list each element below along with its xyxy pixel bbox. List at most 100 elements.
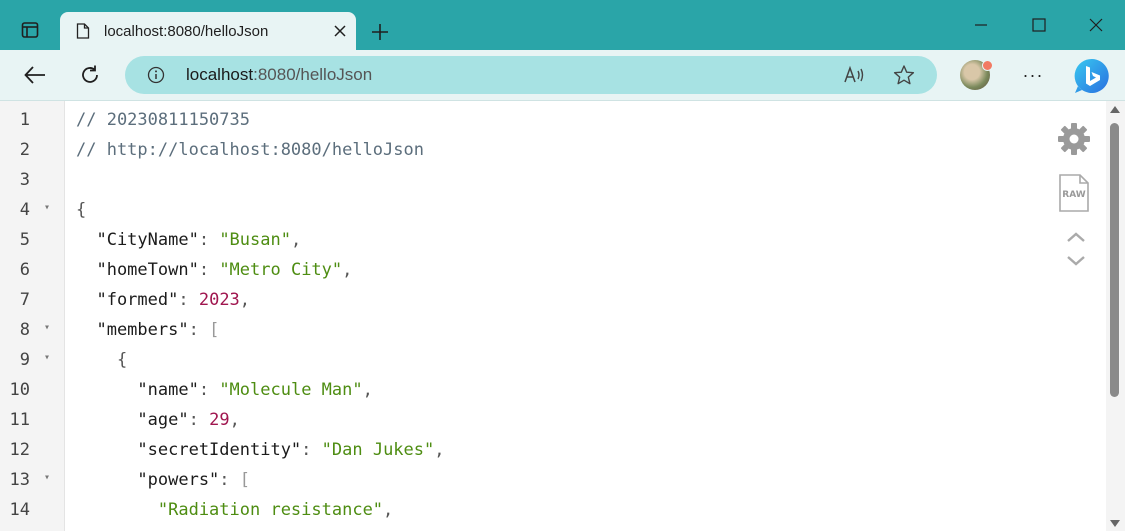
code-line: 14 "Radiation resistance",: [0, 494, 1050, 524]
code-token: ,: [383, 500, 394, 520]
toolbar: localhost:8080/helloJson ···: [0, 50, 1125, 101]
code-token: "secretIdentity": [76, 440, 302, 460]
line-number: 11: [9, 410, 30, 430]
code-token: {: [76, 350, 128, 370]
code-token: :: [198, 380, 220, 400]
code-token: :: [219, 470, 240, 490]
code-token: 2023: [198, 290, 240, 310]
code-line: 7 "formed": 2023,: [0, 284, 1050, 314]
code-token: // http://localhost:8080/helloJson: [76, 140, 424, 160]
code-token: "Busan": [219, 230, 291, 250]
code-token: ,: [434, 440, 445, 460]
star-icon[interactable]: [893, 64, 915, 86]
url-path: :8080/helloJson: [253, 65, 373, 84]
url-text[interactable]: localhost:8080/helloJson: [186, 65, 372, 85]
code-line: 8 ▾ "members": [: [0, 314, 1050, 344]
tab-active[interactable]: localhost:8080/helloJson: [60, 12, 356, 50]
line-number: 1: [19, 110, 30, 130]
raw-file-icon[interactable]: RAW: [1058, 173, 1090, 213]
code-token: :: [198, 260, 220, 280]
code-token: [: [209, 320, 220, 340]
refresh-icon[interactable]: [75, 60, 105, 90]
code-line: 5 "CityName": "Busan",: [0, 224, 1050, 254]
code-token: "Dan Jukes": [321, 440, 435, 460]
code-token: // 20230811150735: [76, 110, 250, 130]
fold-toggle-icon[interactable]: ▾: [44, 322, 50, 333]
code-text: "formed": 2023,: [76, 290, 250, 310]
more-icon[interactable]: ···: [1018, 62, 1048, 88]
line-number: 2: [19, 140, 30, 160]
code-text: "homeTown": "Metro City",: [76, 260, 352, 280]
line-number: 3: [19, 170, 30, 190]
gear-icon[interactable]: [1056, 121, 1092, 157]
code-token: :: [301, 440, 322, 460]
tab-title: localhost:8080/helloJson: [104, 22, 269, 40]
bing-icon[interactable]: [1072, 56, 1112, 96]
close-icon[interactable]: [330, 21, 350, 41]
json-viewer: 1 // 20230811150735 2 // http://localhost:8…: [0, 101, 1125, 531]
code-line: 6 "homeTown": "Metro City",: [0, 254, 1050, 284]
back-arrow-icon[interactable]: [20, 60, 50, 90]
code-text: "members": [: [76, 320, 219, 340]
code-line: 2 // http://localhost:8080/helloJson: [0, 134, 1050, 164]
url-host: localhost: [186, 65, 254, 84]
code-line: 12 "secretIdentity": "Dan Jukes",: [0, 434, 1050, 464]
line-number: 5: [19, 230, 30, 250]
code-token: ,: [342, 260, 353, 280]
line-number: 10: [9, 380, 30, 400]
code-text: "Radiation resistance",: [76, 500, 393, 520]
code-text: // 20230811150735: [76, 110, 250, 130]
code-token: :: [198, 230, 220, 250]
line-number: 12: [9, 440, 30, 460]
code-text: // http://localhost:8080/helloJson: [76, 140, 424, 160]
line-number: 13: [9, 470, 30, 490]
line-number: 9: [19, 350, 30, 370]
code-line: 10 "name": "Molecule Man",: [0, 374, 1050, 404]
code-text: "age": 29,: [76, 410, 240, 430]
code-token: "members": [76, 320, 189, 340]
vertical-scrollbar[interactable]: [1106, 101, 1125, 531]
code-text: "powers": [: [76, 470, 250, 490]
code-token: "powers": [76, 470, 220, 490]
code-token: :: [178, 290, 199, 310]
address-bar[interactable]: localhost:8080/helloJson: [125, 56, 937, 94]
code-text: {: [76, 200, 86, 220]
code-token: 29: [209, 410, 230, 430]
code-text: "name": "Molecule Man",: [76, 380, 373, 400]
code-text: {: [76, 350, 127, 370]
maximize-icon[interactable]: [1010, 0, 1068, 50]
code-token: :: [188, 320, 210, 340]
chevron-down-icon[interactable]: [1066, 255, 1086, 267]
raw-label: RAW: [1062, 190, 1086, 200]
line-number: 6: [19, 260, 30, 280]
code-line: 3: [0, 164, 1050, 194]
fold-toggle-icon[interactable]: ▾: [44, 202, 50, 213]
code-area: 1 // 20230811150735 2 // http://localhost:8…: [0, 101, 1060, 531]
code-text: "CityName": "Busan",: [76, 230, 301, 250]
code-line: 11 "age": 29,: [0, 404, 1050, 434]
window-close-icon[interactable]: [1067, 0, 1125, 50]
code-line: 4 ▾ {: [0, 194, 1050, 224]
minimize-icon[interactable]: [952, 0, 1010, 50]
chevron-up-icon[interactable]: [1066, 231, 1086, 243]
code-token: ,: [229, 410, 240, 430]
tab-actions-icon[interactable]: [8, 12, 52, 48]
scroll-thumb[interactable]: [1110, 123, 1119, 397]
plus-icon[interactable]: [366, 18, 394, 46]
line-number: 8: [19, 320, 30, 340]
title-bar: localhost:8080/helloJson: [0, 0, 1125, 50]
code-token: :: [188, 410, 210, 430]
fold-toggle-icon[interactable]: ▾: [44, 472, 50, 483]
scroll-up-icon[interactable]: [1109, 104, 1121, 114]
fold-toggle-icon[interactable]: ▾: [44, 352, 50, 363]
info-icon[interactable]: [147, 66, 165, 84]
read-aloud-icon[interactable]: [843, 64, 865, 86]
code-token: "Molecule Man": [219, 380, 363, 400]
code-token: {: [76, 200, 87, 220]
code-token: "formed": [76, 290, 179, 310]
line-number: 7: [19, 290, 30, 310]
code-token: "CityName": [76, 230, 199, 250]
scroll-down-icon[interactable]: [1109, 519, 1121, 529]
code-token: ,: [362, 380, 373, 400]
code-token: "Radiation resistance": [76, 500, 384, 520]
